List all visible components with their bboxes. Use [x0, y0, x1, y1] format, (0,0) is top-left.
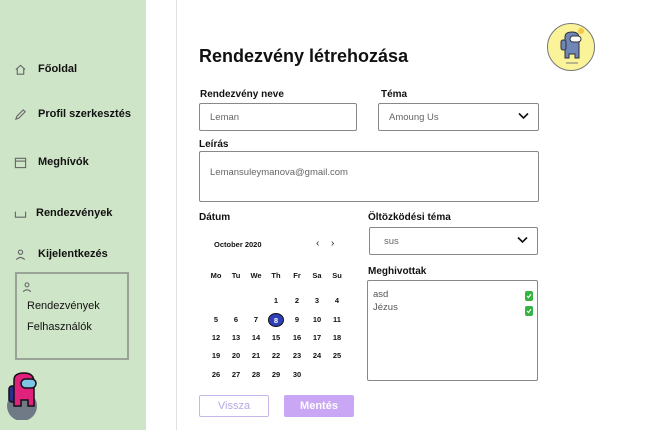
guest-item: asd [373, 289, 389, 300]
admin-submenu: Rendezvények Felhasználók [15, 272, 129, 360]
sidebar-item-profil[interactable]: Profil szerkesztés [12, 106, 131, 122]
date-label: Dátum [199, 212, 231, 223]
calendar-weekday: Tu [231, 271, 241, 280]
calendar-day[interactable]: 26 [208, 368, 224, 382]
calendar-day[interactable]: 13 [228, 331, 244, 345]
calendar-day[interactable]: 16 [289, 331, 305, 345]
sidebar-item-kijelentkezes[interactable]: Kijelentkezés [12, 246, 108, 262]
event-name-placeholder: Leman [210, 111, 240, 123]
calendar-day[interactable]: 14 [248, 331, 264, 345]
calendar-weekday: Sa [312, 271, 322, 280]
sidebar-item-label: Meghívók [38, 156, 89, 168]
calendar-day[interactable]: 4 [329, 294, 345, 308]
calendar-day[interactable]: 28 [248, 368, 264, 382]
calendar-day[interactable]: 18 [329, 331, 345, 345]
dress-code-value: sus [384, 235, 399, 247]
guests-label: Meghivottak [368, 266, 427, 277]
calendar-day[interactable]: 11 [329, 313, 345, 327]
calendar-day[interactable]: 17 [309, 331, 325, 345]
pencil-icon [12, 106, 28, 122]
calendar-day[interactable]: 20 [228, 349, 244, 363]
back-button[interactable]: Vissza [199, 395, 269, 417]
calendar-day[interactable]: 24 [309, 349, 325, 363]
sidebar: Főoldal Profil szerkesztés Meghívók Rend… [0, 0, 146, 430]
among-us-logo-icon [547, 23, 595, 71]
description-label: Leírás [199, 139, 229, 150]
sidebar-item-label: Rendezvények [36, 207, 113, 219]
sidebar-item-meghivok[interactable]: Meghívók [12, 154, 89, 170]
user-icon [21, 280, 33, 298]
sidebar-divider [176, 0, 177, 430]
theme-select[interactable]: Amoung Us [378, 103, 539, 131]
calendar-icon [12, 154, 28, 170]
save-button[interactable]: Mentés [284, 395, 354, 417]
crewmate-avatar[interactable] [4, 372, 38, 421]
page-title: Rendezvény létrehozása [199, 46, 409, 66]
calendar-prev-button[interactable]: ‹ [316, 238, 319, 249]
chevron-down-icon [518, 112, 529, 123]
guests-list: asd Jézus [367, 280, 538, 381]
calendar-day[interactable]: 2 [289, 294, 305, 308]
calendar-weekday: Fr [293, 271, 301, 280]
calendar-day[interactable]: 9 [289, 313, 305, 327]
calendar-weekday: Th [271, 271, 281, 280]
calendar-day[interactable]: 30 [289, 368, 305, 382]
sidebar-item-rendezvenyek[interactable]: Rendezvények [12, 205, 112, 221]
calendar-day[interactable]: 15 [268, 331, 284, 345]
calendar-day[interactable]: 5 [208, 313, 224, 327]
description-textarea[interactable]: Lemansuleymanova@gmail.com [199, 151, 539, 202]
chevron-down-icon [517, 236, 528, 247]
sidebar-item-label: Kijelentkezés [38, 248, 108, 260]
calendar-day[interactable]: 6 [228, 313, 244, 327]
sidebar-item-label: Főoldal [38, 63, 78, 75]
sidebar-item-fooldal[interactable]: Főoldal [12, 61, 77, 77]
check-icon[interactable] [525, 291, 533, 301]
description-placeholder: Lemansuleymanova@gmail.com [210, 167, 348, 178]
check-icon[interactable] [525, 306, 533, 316]
calendar-next-button[interactable]: › [331, 238, 334, 249]
calendar-day[interactable]: 7 [248, 313, 264, 327]
calendar-day[interactable]: 29 [268, 368, 284, 382]
theme-value: Amoung Us [389, 111, 439, 123]
calendar-day[interactable]: 21 [248, 349, 264, 363]
sidebar-item-label: Profil szerkesztés [38, 108, 131, 120]
calendar-weekday: We [250, 271, 262, 280]
calendar-day[interactable]: 19 [208, 349, 224, 363]
calendar-day[interactable]: 10 [309, 313, 325, 327]
tray-icon [12, 205, 28, 221]
event-name-input[interactable]: Leman [199, 103, 357, 131]
theme-label: Téma [381, 89, 408, 100]
user-icon [12, 246, 28, 262]
calendar-day[interactable]: 12 [208, 331, 224, 345]
calendar-day[interactable]: 3 [309, 294, 325, 308]
submenu-item-felhasznalok[interactable]: Felhasználók [27, 321, 92, 333]
calendar-weekday: Su [332, 271, 342, 280]
dress-code-label: Öltözködési téma [368, 212, 451, 223]
home-icon [12, 61, 28, 77]
event-name-label: Rendezvény neve [200, 89, 284, 100]
guest-item: Jézus [373, 302, 398, 313]
calendar-day-selected[interactable]: 8 [268, 313, 284, 327]
calendar-day[interactable]: 1 [268, 294, 284, 308]
calendar-month: October 2020 [214, 240, 262, 249]
calendar-day[interactable]: 27 [228, 368, 244, 382]
calendar-day[interactable]: 22 [268, 349, 284, 363]
submenu-item-rendezvenyek[interactable]: Rendezvények [27, 300, 100, 312]
dress-code-select[interactable]: sus [369, 227, 538, 255]
calendar-day[interactable]: 25 [329, 349, 345, 363]
calendar-weekday: Mo [210, 271, 222, 280]
calendar-day[interactable]: 23 [289, 349, 305, 363]
